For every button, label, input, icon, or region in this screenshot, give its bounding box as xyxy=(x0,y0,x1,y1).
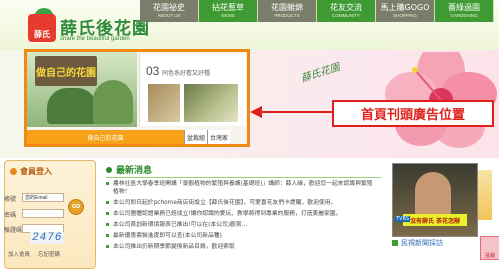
password-input[interactable] xyxy=(22,209,64,218)
nav-item-community[interactable]: 花友交流 COMMUNITY xyxy=(317,0,376,22)
banner-slideshow[interactable]: 做自己的花園 03 同色系好看又好種 做自己的花園 盆栽組 台灣家 xyxy=(24,49,250,147)
nav-sublabel: COMMUNITY xyxy=(332,13,360,18)
slide-caption: 同色系好看又好種 xyxy=(162,70,211,77)
nav-label: 薔綠過園 xyxy=(448,3,480,12)
login-title-text: 會員登入 xyxy=(20,167,52,176)
login-title: 會員登入 xyxy=(10,166,52,177)
slide-number: 03 xyxy=(146,64,160,78)
main-nav: 花園祕史 ABOUT US 拈花惹草 NEWS 花園雜錦 PRODUCTS 花友… xyxy=(140,0,494,24)
news-item[interactable]: 本公司團體認證業務已經成立!讓你認識的愛玩、教學將得到專業的服務，打造美麗家園。 xyxy=(106,210,376,218)
member-icon xyxy=(10,168,17,175)
verify-label: 驗證碼 xyxy=(4,227,23,234)
brand-subtitle: share the beautiful garden xyxy=(60,36,130,42)
nav-label: 馬上購GOGO xyxy=(380,3,430,12)
nav-sublabel: SHOPPING xyxy=(393,13,417,18)
video-channel-logo: TVBS xyxy=(395,216,410,222)
news-item[interactable]: 最新優惠套裝進度即可以查(本公司新品種) xyxy=(106,232,376,240)
nav-sublabel: PRODUCTS xyxy=(274,13,300,18)
forgot-password-link[interactable]: 忘記密碼 xyxy=(38,250,60,258)
login-go-button[interactable]: GO xyxy=(68,199,84,215)
video-label[interactable]: 民視新聞採訪 xyxy=(392,238,443,248)
garden-bush-shape xyxy=(47,88,97,124)
garden-sign: 做自己的花園 xyxy=(35,56,97,86)
nav-label: 花友交流 xyxy=(330,3,362,12)
register-link[interactable]: 加入會員 xyxy=(8,250,30,258)
nav-item-products[interactable]: 花園雜錦 PRODUCTS xyxy=(258,0,317,22)
news-bullet-icon xyxy=(106,166,112,173)
news-item[interactable]: 本公司即日起於pchome商店街設立【薛氏後花園】，可愛喜花友們卡提醒，歡迎使用… xyxy=(106,199,376,207)
annotation-arrow-icon xyxy=(250,106,334,118)
slide-tab[interactable]: 盆栽組 xyxy=(184,130,208,144)
slide-photo xyxy=(184,84,238,122)
nav-item-shopping[interactable]: 馬上購GOGO SHOPPING xyxy=(376,0,435,22)
nav-label: 拈花惹草 xyxy=(212,3,244,12)
nav-item-about[interactable]: 花園祕史 ABOUT US xyxy=(140,0,199,22)
slide-detail-panel: 03 同色系好看又好種 xyxy=(139,54,246,126)
login-links: 加入會員 忘記密碼 xyxy=(8,250,60,258)
slide-caption-bar: 做自己的花園 盆栽組 台灣家 xyxy=(27,130,247,144)
annotation-label: 首頁刊頭廣告位置 xyxy=(332,100,494,127)
slide-garden-image: 做自己的花園 xyxy=(27,52,137,127)
side-decoration xyxy=(478,170,492,220)
news-item[interactable]: 本公司首創新環境報表已推出!可以在(本公司)觀賞… xyxy=(106,221,376,229)
news-item[interactable]: 本公司推出仍新期季節變換新品目錄，歡迎索取 xyxy=(106,243,376,251)
nav-label: 花園祕史 xyxy=(153,3,185,12)
logo-text: 薛氏 xyxy=(34,30,50,39)
captcha-image: 2476 xyxy=(30,232,65,244)
nav-sublabel: GARDENING xyxy=(450,13,478,18)
video-bullet-icon xyxy=(392,240,398,246)
garden-bush-shape xyxy=(93,80,133,124)
video-caption: 沒有薛氏 茶花怎辦 xyxy=(403,214,467,226)
nav-sublabel: NEWS xyxy=(221,13,235,18)
side-badge[interactable]: 盆栽 xyxy=(480,236,499,260)
account-input[interactable] xyxy=(22,193,64,202)
news-item[interactable]: 農林社區大學春季班開講「景觀植物的繁殖與養護(基礎班)」講師：薛人緣，歡迎您一起… xyxy=(106,180,376,196)
video-label-text: 民視新聞採訪 xyxy=(401,239,443,247)
nav-item-gardening[interactable]: 薔綠過園 GARDENING xyxy=(435,0,494,22)
news-list: 農林社區大學春季班開講「景觀植物的繁殖與養護(基礎班)」講師：薛人緣，歡迎您一起… xyxy=(106,180,376,254)
nav-item-news[interactable]: 拈花惹草 NEWS xyxy=(199,0,258,22)
news-divider xyxy=(106,177,381,178)
account-label: 帳號 xyxy=(4,196,17,203)
slide-bar-caption[interactable]: 做自己的花園 xyxy=(27,130,184,144)
nav-sublabel: ABOUT US xyxy=(157,13,181,18)
nav-label: 花園雜錦 xyxy=(271,3,303,12)
news-video[interactable]: 沒有薛氏 茶花怎辦 TVBS xyxy=(392,163,478,237)
slide-photo xyxy=(148,84,180,122)
slide-tab[interactable]: 台灣家 xyxy=(207,130,231,144)
brand-logo[interactable]: 薛氏 xyxy=(28,14,56,42)
news-title[interactable]: 最新消息 xyxy=(116,163,152,176)
news-header: 最新消息 xyxy=(106,163,152,176)
password-label: 密碼 xyxy=(4,212,17,219)
video-person-image xyxy=(415,172,451,218)
header: 薛氏 薛氏後花園 share the beautiful garden 花園祕史… xyxy=(0,0,499,50)
